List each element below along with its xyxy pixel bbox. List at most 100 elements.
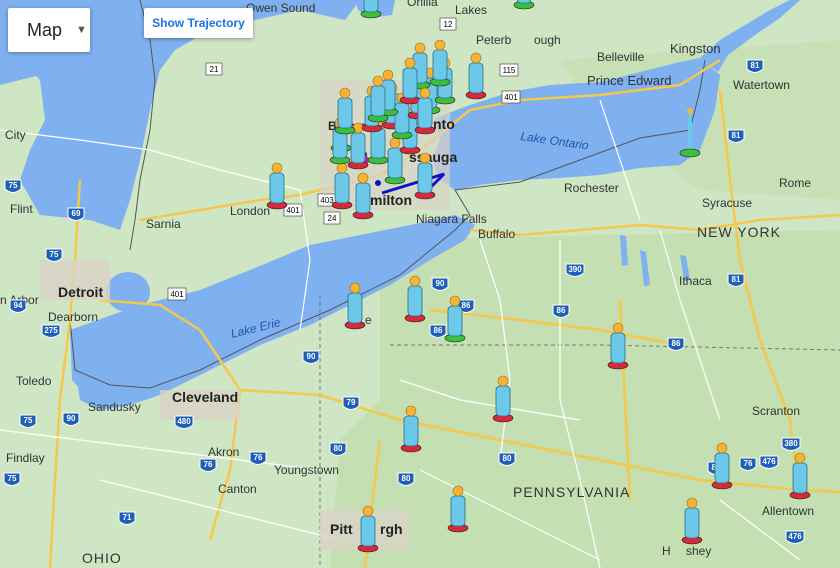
svg-text:24: 24 [328,214,337,223]
shield-i81-b: 81 [727,129,745,143]
trajectory-point-blue [375,180,381,186]
label-toronto: nto [433,116,455,132]
svg-text:86: 86 [557,306,566,315]
svg-text:80: 80 [503,454,512,463]
label-peterborough-2: ough [534,33,561,47]
shield-i69: 69 [67,207,85,221]
svg-text:12: 12 [444,20,453,29]
map-canvas[interactable]: Owen Sound Orillia Lakes Peterb ough Kin… [0,0,840,568]
label-syracuse: Syracuse [702,196,752,210]
shield-i90-a: 90 [62,412,80,426]
show-trajectory-button[interactable]: Show Trajectory [144,8,253,38]
label-rochester: Rochester [564,181,619,195]
label-pittsburgh-1: Pitt [330,521,353,537]
shield-i476-b: 476 [785,530,805,544]
svg-text:401: 401 [504,93,518,102]
label-belleville: Belleville [597,50,645,64]
svg-text:75: 75 [8,474,17,483]
label-canton: Canton [218,482,257,496]
label-niagara-falls: Niagara Falls [416,212,487,226]
svg-text:90: 90 [436,279,445,288]
svg-text:275: 275 [44,326,58,335]
label-peterborough-1: Peterb [476,33,512,47]
shield-i90-b: 90 [302,350,320,364]
svg-text:21: 21 [210,65,219,74]
shield-i86-c: 86 [667,337,685,351]
label-kingston: Kingston [670,41,721,56]
label-hershey-2: shey [686,544,711,558]
shield-on-401a: 401 [501,90,521,104]
shield-i75-c: 75 [19,414,37,428]
shield-i90-c: 90 [431,277,449,291]
svg-text:75: 75 [24,416,33,425]
label-sandusky: Sandusky [88,400,141,414]
label-ithaca: Ithaca [679,274,712,288]
svg-text:390: 390 [568,265,582,274]
shield-i79: 79 [342,396,360,410]
svg-text:76: 76 [204,460,213,469]
shield-i86-a: 86 [429,324,447,338]
svg-text:380: 380 [784,439,798,448]
label-orillia: Orillia [407,0,438,9]
shield-on-115: 115 [499,63,519,77]
svg-text:75: 75 [50,250,59,259]
shield-i75-d: 75 [3,472,21,486]
label-rome: Rome [779,176,811,190]
svg-text:476: 476 [762,457,776,466]
label-sarnia: Sarnia [146,217,181,231]
map-type-dropdown[interactable]: Map ▼ [8,8,90,52]
svg-text:403: 403 [320,196,334,205]
label-erie: e [365,313,372,327]
label-buffalo: Buffalo [478,227,515,241]
svg-text:81: 81 [732,275,741,284]
shield-i75-b: 75 [45,248,63,262]
svg-text:69: 69 [72,209,81,218]
label-allentown: Allentown [762,504,814,518]
shield-i81-a: 81 [746,59,764,73]
label-watertown: Watertown [733,78,790,92]
label-akron: Akron [208,445,239,459]
svg-text:90: 90 [307,352,316,361]
svg-text:76: 76 [254,453,263,462]
shield-on-24: 24 [323,211,341,225]
shield-i86-b: 86 [552,304,570,318]
person-marker[interactable] [360,0,382,19]
shield-i75-a: 75 [4,179,22,193]
svg-text:79: 79 [347,398,356,407]
label-new-york: NEW YORK [697,224,781,240]
svg-text:480: 480 [177,417,191,426]
svg-text:76: 76 [744,459,753,468]
shield-i380: 380 [781,437,801,451]
label-findlay: Findlay [6,451,45,465]
svg-text:71: 71 [123,513,132,522]
svg-text:80: 80 [334,444,343,453]
shield-i476-a: 476 [759,455,779,469]
chevron-down-icon: ▼ [76,24,87,36]
label-detroit: Detroit [58,284,103,300]
label-flint: Flint [10,202,33,216]
label-scranton: Scranton [752,404,800,418]
label-youngstown: Youngstown [274,463,339,477]
shield-i80-a: 80 [329,442,347,456]
label-pennsylvania: PENNSYLVANIA [513,484,630,500]
shield-i80-b: 80 [498,452,516,466]
svg-text:401: 401 [286,206,300,215]
svg-text:81: 81 [751,61,760,70]
svg-text:86: 86 [434,326,443,335]
label-hershey-1: H [662,544,671,558]
label-prince-edward: Prince Edward [587,73,672,88]
shield-i94: 94 [9,299,27,313]
svg-text:86: 86 [462,301,471,310]
label-owen-sound: Owen Sound [246,1,315,15]
svg-text:476: 476 [788,532,802,541]
shield-i81-c: 81 [727,273,745,287]
shield-on-21: 21 [205,62,223,76]
label-city: City [5,128,26,142]
label-lakes: Lakes [455,3,487,17]
label-pittsburgh-2: rgh [380,521,403,537]
shield-i71: 71 [118,511,136,525]
label-london: London [230,204,270,218]
svg-text:86: 86 [672,339,681,348]
shield-i480: 480 [174,415,194,429]
shield-i76-c: 76 [739,457,757,471]
